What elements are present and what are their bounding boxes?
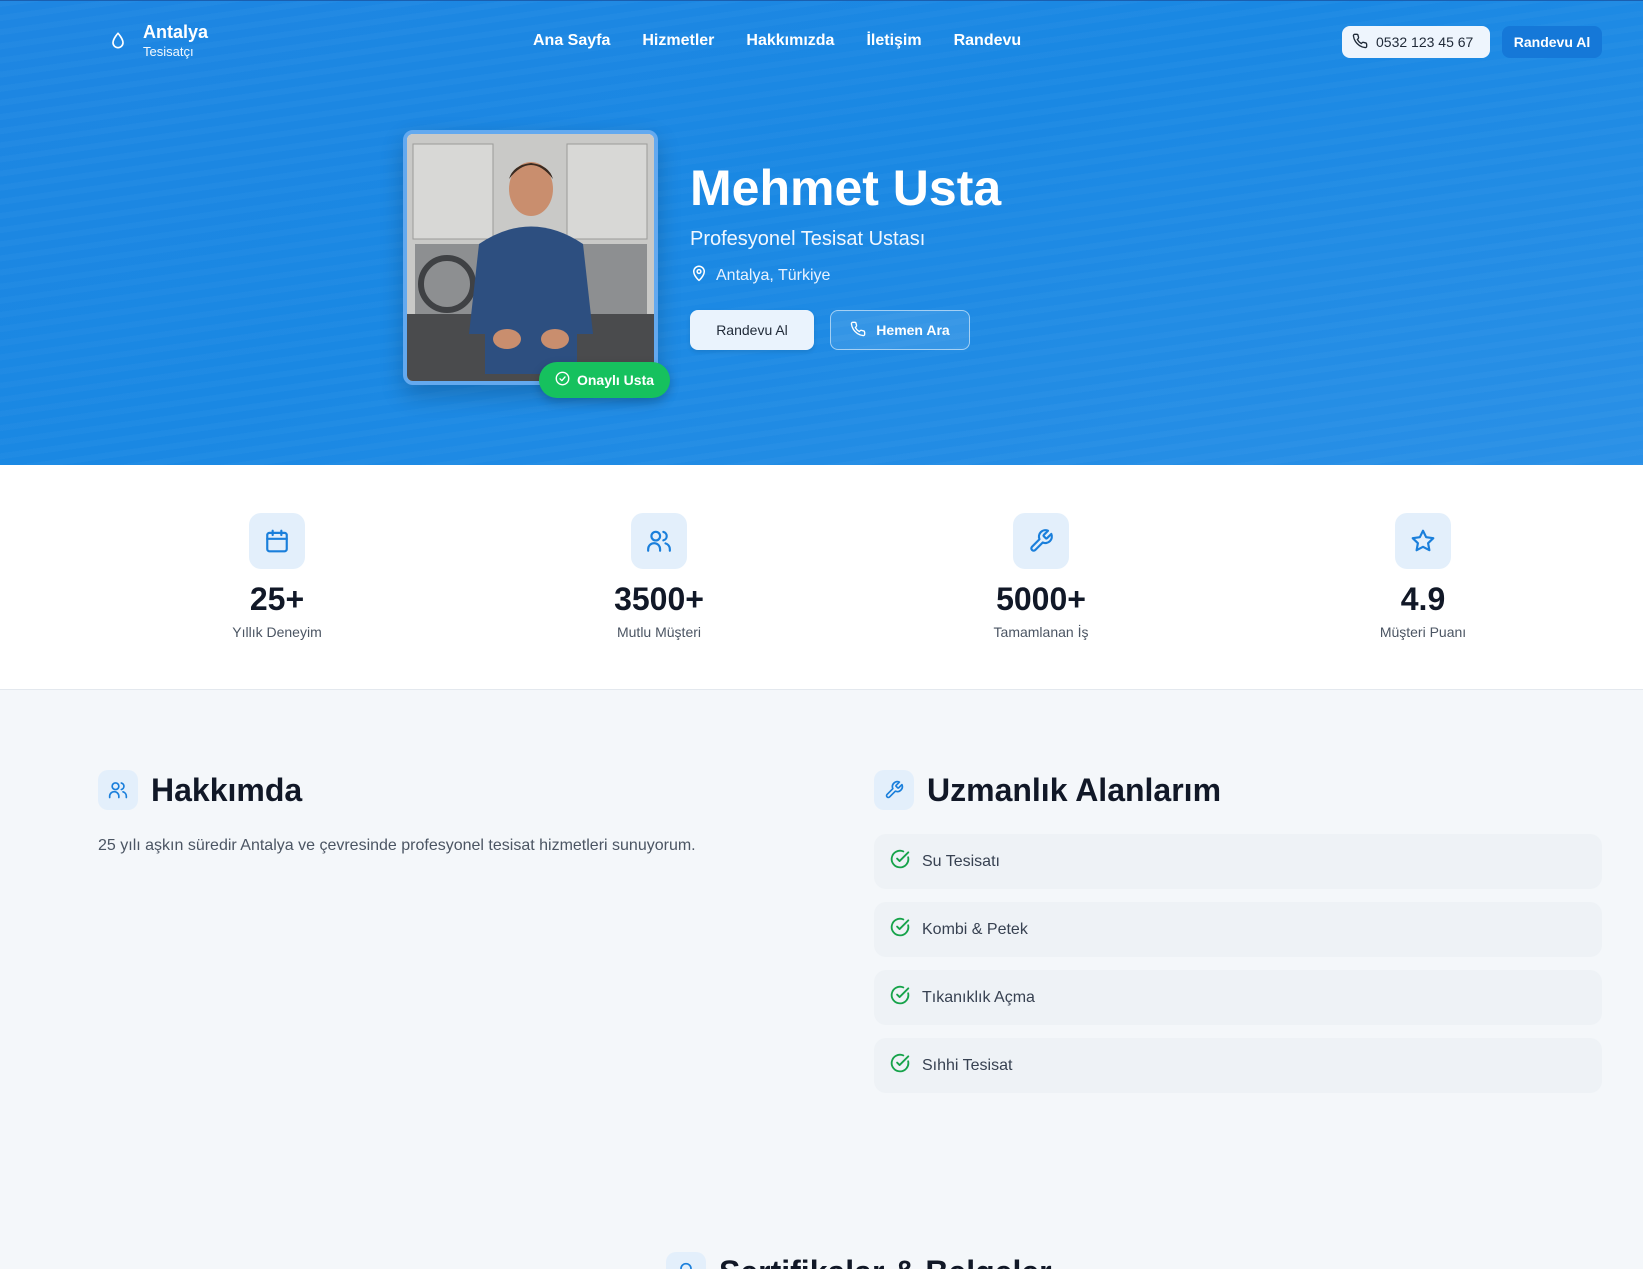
map-pin-icon (690, 264, 708, 287)
list-item: Su Tesisatı (874, 834, 1602, 889)
stats-section: 25+ Yıllık Deneyim 3500+ Mutlu Müşteri 5… (0, 465, 1643, 690)
check-circle-icon (890, 1053, 910, 1078)
wrench-icon (874, 770, 914, 810)
check-circle-icon (890, 985, 910, 1010)
stat-value: 25+ (249, 581, 305, 617)
expertise-list: Su Tesisatı Kombi & Petek Tıkanıklık Açm… (874, 834, 1602, 1106)
nav-appointment-button[interactable]: Randevu Al (1502, 26, 1602, 58)
profile-name: Mehmet Usta (690, 160, 1002, 216)
list-item: Sıhhi Tesisat (874, 1038, 1602, 1093)
star-icon (1395, 513, 1451, 569)
award-icon (666, 1252, 706, 1269)
expertise-label: Kombi & Petek (922, 920, 1028, 938)
stat-label: Yıllık Deneyim (232, 624, 322, 640)
certificates-heading: Sertifikalar & Belgeler (666, 1252, 1052, 1269)
water-drop-icon (105, 28, 131, 54)
stat-value: 5000+ (996, 581, 1086, 617)
brand-title: Antalya (143, 22, 209, 42)
users-icon (631, 513, 687, 569)
list-item: Kombi & Petek (874, 902, 1602, 957)
check-circle-icon (890, 849, 910, 874)
appointment-button[interactable]: Randevu Al (690, 310, 814, 350)
brand-subtitle: Tesisatçı (143, 43, 194, 59)
phone-button[interactable]: 0532 123 45 67 (1342, 26, 1490, 58)
stat-experience: 25+ Yıllık Deneyim (177, 513, 377, 640)
nav-link-services[interactable]: Hizmetler (642, 32, 714, 50)
calendar-icon (249, 513, 305, 569)
phone-icon (1352, 33, 1368, 52)
stat-value: 3500+ (614, 581, 704, 617)
stat-value: 4.9 (1400, 581, 1446, 617)
verified-badge-label: Onaylı Usta (576, 372, 655, 388)
profile-photo-image (407, 134, 654, 381)
certificates-title: Sertifikalar & Belgeler (719, 1254, 1052, 1269)
profile-location-text: Antalya, Türkiye (716, 266, 831, 284)
expertise-label: Tıkanıklık Açma (922, 988, 1035, 1006)
stat-jobs: 5000+ Tamamlanan İş (941, 513, 1141, 640)
hero-section: Antalya Tesisatçı Ana Sayfa Hizmetler Ha… (0, 0, 1643, 465)
profile-title: Profesyonel Tesisat Ustası (690, 228, 926, 250)
expertise-title: Uzmanlık Alanlarım (927, 771, 1222, 808)
stat-rating: 4.9 Müşteri Puanı (1323, 513, 1523, 640)
verified-badge: Onaylı Usta (539, 362, 670, 398)
wrench-icon (1013, 513, 1069, 569)
brand-logo[interactable]: Antalya Tesisatçı (105, 22, 209, 59)
expertise-label: Sıhhi Tesisat (922, 1056, 1013, 1074)
stat-customers: 3500+ Mutlu Müşteri (559, 513, 759, 640)
phone-number: 0532 123 45 67 (1376, 34, 1474, 50)
phone-icon (850, 321, 866, 340)
profile-location: Antalya, Türkiye (690, 264, 830, 287)
nav-link-about[interactable]: Hakkımızda (746, 32, 834, 50)
check-circle-icon (890, 917, 910, 942)
about-heading: Hakkımda (98, 770, 302, 810)
expertise-label: Su Tesisatı (922, 852, 1000, 870)
expertise-heading: Uzmanlık Alanlarım (874, 770, 1221, 810)
nav-link-appointment[interactable]: Randevu (954, 32, 1022, 50)
about-text: 25 yılı aşkın süredir Antalya ve çevresi… (98, 837, 696, 854)
check-circle-icon (555, 371, 570, 389)
main-menu: Ana Sayfa Hizmetler Hakkımızda İletişim … (533, 32, 1021, 50)
stat-label: Müşteri Puanı (1379, 624, 1467, 640)
list-item: Tıkanıklık Açma (874, 970, 1602, 1025)
top-navbar: Antalya Tesisatçı Ana Sayfa Hizmetler Ha… (0, 1, 1643, 85)
call-now-label: Hemen Ara (876, 322, 950, 338)
profile-photo (403, 130, 658, 385)
users-icon (98, 770, 138, 810)
call-now-button[interactable]: Hemen Ara (830, 310, 970, 350)
nav-link-contact[interactable]: İletişim (866, 32, 921, 50)
stat-label: Mutlu Müşteri (616, 624, 702, 640)
stat-label: Tamamlanan İş (993, 624, 1089, 640)
nav-link-home[interactable]: Ana Sayfa (533, 32, 610, 50)
about-title: Hakkımda (151, 771, 303, 808)
